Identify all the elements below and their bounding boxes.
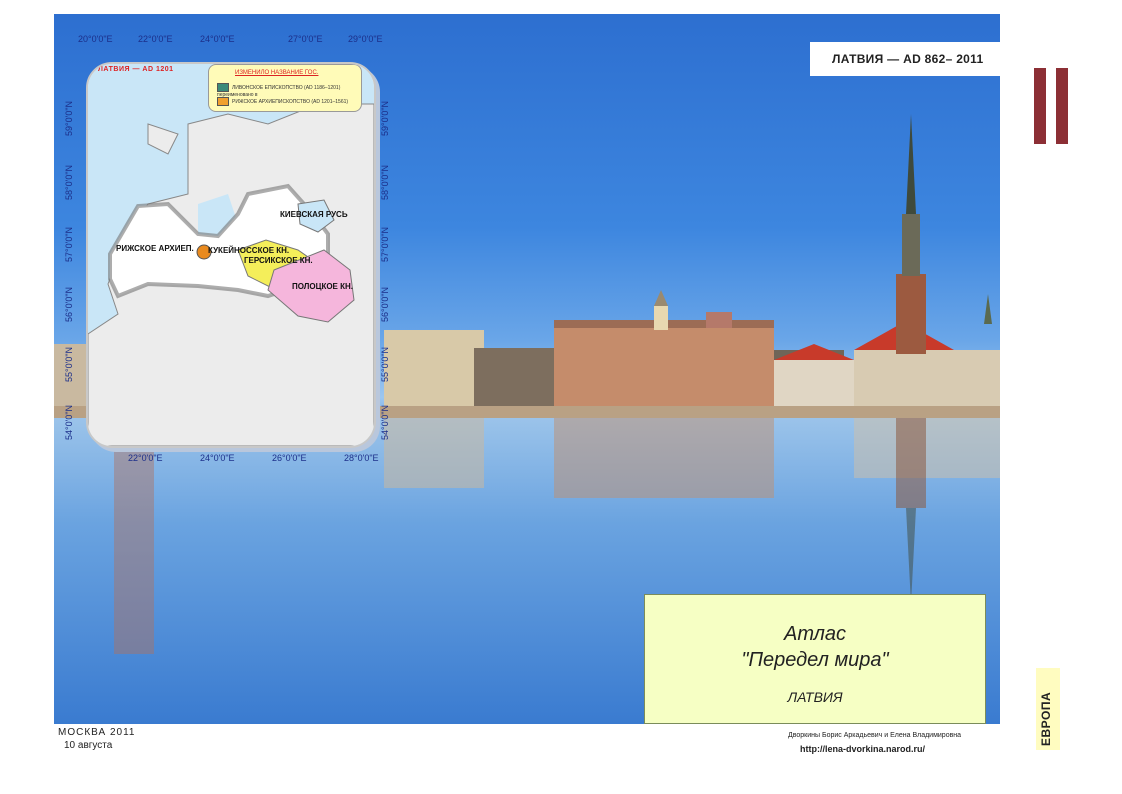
region-label-polotsk: ПОЛОЦКОЕ КН. — [292, 282, 353, 291]
legend-swatch-icon — [217, 83, 229, 92]
coord-label: 57°0'0"N — [64, 226, 74, 262]
historical-map: ЛАТВИЯ — AD 1201 ИЗМЕНИЛО НАЗВАНИЕ ГОС. … — [86, 62, 376, 448]
legend-item-label: РИЖСКОЕ АРХИЕПИСКОПСТВО (AD 1201–1561) — [232, 98, 349, 105]
coord-label: 58°0'0"N — [380, 164, 390, 200]
coord-label: 56°0'0"N — [380, 286, 390, 322]
region-label-kukeinos: КУКЕЙНОССКОЕ КН. — [208, 246, 290, 255]
atlas-title-box: Атлас "Передел мира" ЛАТВИЯ — [644, 594, 986, 724]
footer-city-year: МОСКВА 2011 — [58, 727, 136, 738]
legend-item: ЛИВОНСКОЕ ЕПИСКОПСТВО (AD 1186–1201) пер… — [217, 83, 361, 98]
region-label-kiev: КИЕВСКАЯ РУСЬ — [280, 210, 348, 219]
atlas-title: Атлас — [784, 623, 846, 645]
legend-item: РИЖСКОЕ АРХИЕПИСКОПСТВО (AD 1201–1561) — [217, 97, 348, 106]
coord-label: 55°0'0"N — [64, 346, 74, 382]
coord-label: 24°0'0"E — [200, 453, 235, 463]
map-illustration — [88, 64, 374, 446]
region-label-riga: РИЖСКОЕ АРХИЕП. — [116, 244, 194, 253]
coord-label: 27°0'0"E — [288, 34, 323, 44]
coord-label: 24°0'0"E — [200, 34, 235, 44]
coord-label: 57°0'0"N — [380, 226, 390, 262]
atlas-country: ЛАТВИЯ — [787, 689, 843, 705]
page-title: ЛАТВИЯ — AD 862– 2011 — [832, 52, 984, 66]
region-tab-label: ЕВРОПА — [1039, 691, 1053, 746]
legend-swatch-icon — [217, 97, 229, 106]
region-label-gersik: ГЕРСИКСКОЕ КН. — [244, 256, 313, 265]
coord-label: 26°0'0"E — [272, 453, 307, 463]
coord-label: 55°0'0"N — [380, 346, 390, 382]
coord-label: 54°0'0"N — [64, 404, 74, 440]
coord-label: 54°0'0"N — [380, 404, 390, 440]
footer-date: 10 августа — [64, 740, 113, 751]
coord-label: 29°0'0"E — [348, 34, 383, 44]
map-legend: ИЗМЕНИЛО НАЗВАНИЕ ГОС. ЛИВОНСКОЕ ЕПИСКОП… — [208, 64, 362, 112]
footer-url-link[interactable]: http://lena-dvorkina.narod.ru/ — [800, 744, 925, 754]
coord-label: 20°0'0"E — [78, 34, 113, 44]
coord-label: 22°0'0"E — [138, 34, 173, 44]
coord-label: 59°0'0"N — [380, 100, 390, 136]
footer-authors: Дворкины Борис Аркадьевич и Елена Владим… — [788, 732, 962, 739]
coord-label: 59°0'0"N — [64, 100, 74, 136]
atlas-subtitle: "Передел мира" — [741, 649, 889, 671]
coord-label: 56°0'0"N — [64, 286, 74, 322]
coord-label: 22°0'0"E — [128, 453, 163, 463]
region-tab-europe: ЕВРОПА — [1036, 668, 1060, 750]
coord-label: 58°0'0"N — [64, 164, 74, 200]
coord-label: 28°0'0"E — [344, 453, 379, 463]
legend-heading: ИЗМЕНИЛО НАЗВАНИЕ ГОС. — [235, 70, 319, 76]
header-title-box: ЛАТВИЯ — AD 862– 2011 — [810, 42, 1000, 76]
roman-numeral-two-icon — [1032, 68, 1070, 144]
map-title: ЛАТВИЯ — AD 1201 — [98, 66, 174, 73]
